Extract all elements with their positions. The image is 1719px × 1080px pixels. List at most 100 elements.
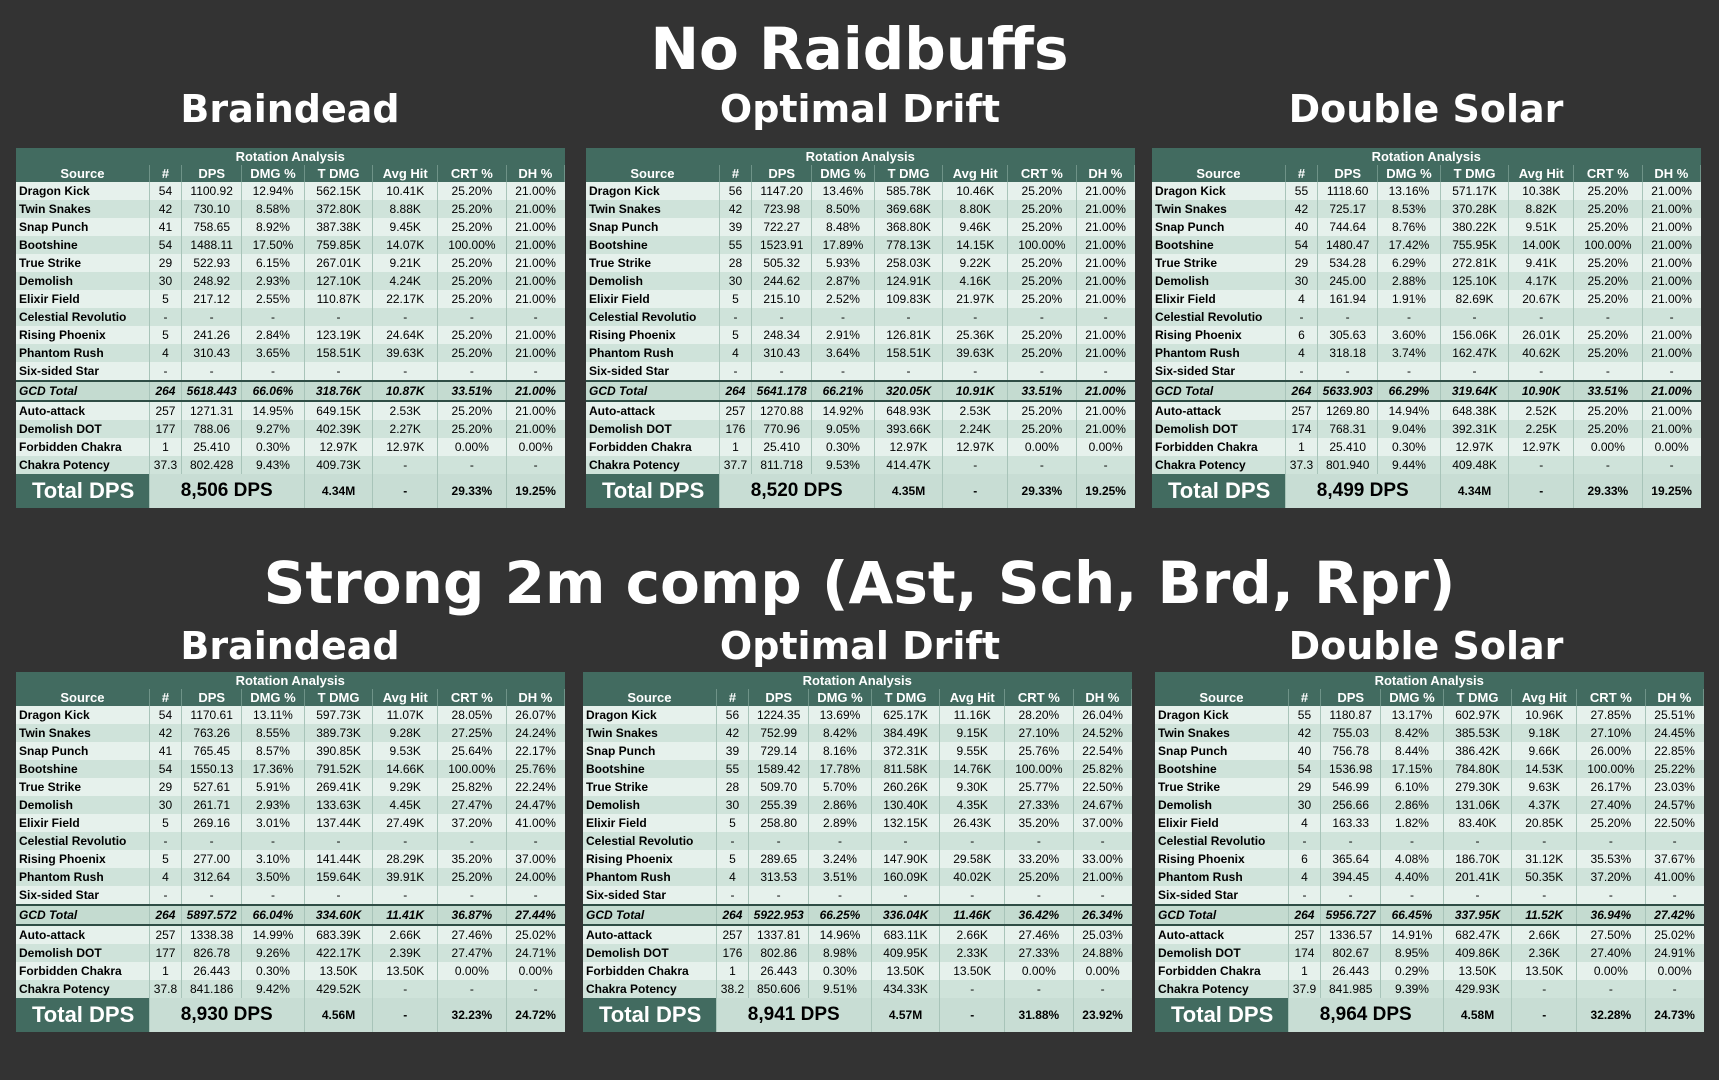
value-cell: 21.00%: [1076, 401, 1135, 420]
table-row: Phantom Rush 4 318.18 3.74% 162.47K 40.62K 25.…: [1152, 344, 1701, 362]
table-row: Chakra Potency 37.3 801.940 9.44% 409.48K - - -: [1152, 456, 1701, 474]
value-cell: -: [1443, 886, 1513, 905]
table-row: Auto-attack 257 1336.57 14.91% 682.47K 2.66K 2…: [1155, 925, 1704, 944]
value-cell: 3.50%: [241, 868, 305, 886]
source-cell: Auto-attack: [1155, 925, 1289, 944]
value-cell: 9.66K: [1511, 742, 1577, 760]
value-cell: -: [1317, 308, 1379, 326]
value-cell: -: [304, 308, 374, 326]
source-cell: GCD Total: [16, 904, 150, 926]
value-cell: 264: [1288, 904, 1322, 926]
value-cell: 1271.31: [181, 401, 243, 420]
value-cell: 66.04%: [241, 904, 305, 926]
table-row: Demolish DOT 174 802.67 8.95% 409.86K 2.36K 27…: [1155, 944, 1704, 962]
value-cell: 380.22K: [1440, 218, 1510, 236]
value-cell: 8.53%: [1377, 200, 1441, 218]
value-cell: 257: [719, 401, 753, 420]
value-cell: 10.41K: [372, 182, 438, 200]
source-cell: Phantom Rush: [1155, 868, 1289, 886]
value-cell: 241.26: [181, 326, 243, 344]
value-cell: 21.00%: [1076, 380, 1135, 402]
table-row: Demolish DOT 174 768.31 9.04% 392.31K 2.25K 25…: [1152, 420, 1701, 438]
value-cell: 41: [149, 742, 183, 760]
value-cell: 25.20%: [1007, 326, 1077, 344]
value-cell: 1147.20: [751, 182, 813, 200]
value-cell: 130.40K: [871, 796, 941, 814]
value-cell: 429.93K: [1443, 980, 1513, 998]
value-cell: 26.04%: [1073, 706, 1132, 724]
value-cell: 8.57%: [241, 742, 305, 760]
total-dps-value: 8,964 DPS: [1288, 998, 1444, 1032]
value-cell: 27.33%: [1004, 944, 1074, 962]
value-cell: 4: [149, 344, 183, 362]
total-value-cell: 19.25%: [1642, 474, 1701, 508]
value-cell: 24.67%: [1073, 796, 1132, 814]
value-cell: 14.99%: [241, 925, 305, 944]
value-cell: 811.718: [751, 456, 813, 474]
total-value-cell: -: [372, 474, 438, 508]
value-cell: 4.40%: [1380, 868, 1444, 886]
total-dps-value: 8,941 DPS: [716, 998, 872, 1032]
value-cell: -: [506, 886, 565, 905]
value-cell: 4: [149, 868, 183, 886]
value-cell: 260.26K: [871, 778, 941, 796]
value-cell: 5922.953: [748, 904, 810, 926]
value-cell: 9.28K: [372, 724, 438, 742]
value-cell: 14.96%: [808, 925, 872, 944]
value-cell: 14.91%: [1380, 925, 1444, 944]
value-cell: 83.40K: [1443, 814, 1513, 832]
value-cell: 1336.57: [1320, 925, 1382, 944]
source-cell: Six-sided Star: [16, 362, 150, 381]
value-cell: -: [1320, 886, 1382, 905]
value-cell: 14.66K: [372, 760, 438, 778]
value-cell: -: [372, 362, 438, 381]
value-cell: 54: [1288, 760, 1322, 778]
column-header: DH %: [1076, 165, 1136, 182]
column-header: #: [149, 165, 183, 182]
value-cell: 54: [149, 760, 183, 778]
value-cell: 8.44%: [1380, 742, 1444, 760]
value-cell: 802.86: [748, 944, 810, 962]
total-dps-label: Total DPS: [16, 998, 150, 1032]
source-cell: Demolish DOT: [1155, 944, 1289, 962]
value-cell: 389.73K: [304, 724, 374, 742]
value-cell: 11.52K: [1511, 904, 1577, 926]
value-cell: 21.00%: [1076, 182, 1135, 200]
value-cell: 4: [719, 344, 753, 362]
value-cell: 28.05%: [437, 706, 507, 724]
table-row: Elixir Field 5 258.80 2.89% 132.15K 26.43K 35.…: [583, 814, 1132, 832]
value-cell: 25.51%: [1645, 706, 1704, 724]
source-cell: Auto-attack: [16, 925, 150, 944]
value-cell: 124.91K: [874, 272, 944, 290]
value-cell: 25.20%: [1573, 326, 1643, 344]
value-cell: 25.36K: [942, 326, 1008, 344]
value-cell: 14.15K: [942, 236, 1008, 254]
value-cell: -: [1073, 832, 1132, 850]
value-cell: -: [719, 308, 753, 326]
value-cell: 28: [719, 254, 753, 272]
source-cell: Rising Phoenix: [1152, 326, 1286, 344]
value-cell: 30: [716, 796, 750, 814]
value-cell: -: [716, 886, 750, 905]
value-cell: 100.00%: [437, 760, 507, 778]
value-cell: -: [1508, 456, 1574, 474]
value-cell: 264: [716, 904, 750, 926]
value-cell: 147.90K: [871, 850, 941, 868]
value-cell: -: [506, 980, 565, 998]
value-cell: 1: [716, 962, 750, 980]
value-cell: 4: [716, 868, 750, 886]
value-cell: 22.17%: [506, 742, 565, 760]
value-cell: 0.00%: [506, 438, 565, 456]
value-cell: 55: [1285, 182, 1319, 200]
value-cell: 4.37K: [1511, 796, 1577, 814]
value-cell: 256.66: [1320, 796, 1382, 814]
value-cell: 429.52K: [304, 980, 374, 998]
value-cell: -: [1645, 980, 1704, 998]
value-cell: 522.93: [181, 254, 243, 272]
table-row: Phantom Rush 4 310.43 3.65% 158.51K 39.63K 25.…: [16, 344, 565, 362]
table-row: Chakra Potency 37.7 811.718 9.53% 414.47K - - -: [586, 456, 1135, 474]
table-row: Celestial Revolutio - - - - - - -: [1152, 308, 1701, 326]
value-cell: 1338.38: [181, 925, 243, 944]
value-cell: -: [1576, 886, 1646, 905]
value-cell: 4.45K: [372, 796, 438, 814]
